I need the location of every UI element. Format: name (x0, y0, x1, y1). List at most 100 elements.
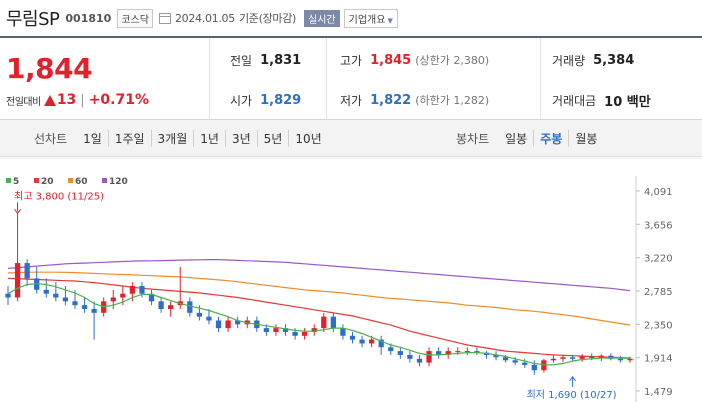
candle-body (550, 358, 557, 361)
candle-body (455, 351, 461, 353)
quote-basis: 기준(장마감) (238, 12, 297, 25)
volume: 거래량 5,384 (552, 40, 634, 80)
legend-swatch (68, 178, 73, 183)
candle-body (512, 360, 518, 363)
candle-body (368, 339, 375, 344)
period-10y[interactable]: 10년 (288, 129, 327, 147)
change-label: 전일대비 (6, 96, 41, 108)
candle-body (617, 358, 624, 361)
candle-body (81, 305, 88, 309)
quote-price-box: 1,844 전일대비 13 | +0.71% (0, 38, 210, 120)
y-tick-label: 3,220 (644, 254, 673, 265)
candle-period-group: 봉차트 일봉 주봉 월봉 (456, 120, 603, 157)
candle-body (206, 316, 212, 321)
candle-chart-label: 봉차트 (456, 132, 490, 146)
candle-daily[interactable]: 일봉 (499, 130, 533, 147)
period-1w[interactable]: 1주일 (107, 129, 151, 147)
candle-body (120, 293, 126, 298)
y-tick-label: 3,656 (644, 220, 673, 231)
low-label: 저가 (340, 93, 363, 108)
volume-label: 거래량 (552, 53, 586, 68)
candle-body (273, 328, 279, 332)
market-badge: 코스닥 (117, 8, 153, 28)
candle-body (349, 335, 356, 340)
open-value: 1,829 (260, 92, 302, 108)
legend-swatch (34, 178, 39, 183)
company-overview-button[interactable]: 기업개요 ▼ (343, 8, 398, 28)
divider (326, 38, 327, 120)
low-price: 저가 1,822 (하한가 1,282) (340, 80, 489, 120)
quote-panel: 1,844 전일대비 13 | +0.71% 전일 1,831 고가 1,845… (0, 36, 702, 120)
high-price: 고가 1,845 (상한가 2,380) (340, 40, 489, 80)
y-tick-label: 2,785 (644, 287, 673, 298)
candle-body (388, 347, 394, 352)
stock-header: 무림SP 001810 코스닥 2024.01.05 기준(장마감) 실시간 기… (0, 0, 702, 36)
candle-body (292, 331, 298, 336)
y-tick-label: 4,091 (644, 187, 673, 198)
period-1y[interactable]: 1년 (193, 129, 225, 147)
legend-label: 60 (75, 177, 88, 187)
period-3y[interactable]: 3년 (224, 129, 257, 147)
company-overview-label: 기업개요 (348, 14, 386, 26)
realtime-button[interactable]: 실시간 (304, 9, 340, 27)
candle-body (589, 356, 595, 358)
high-label: 고가 (340, 53, 363, 68)
volume-value: 5,384 (593, 52, 635, 68)
candle-body (158, 301, 164, 309)
open-label: 시가 (230, 93, 253, 108)
period-3m[interactable]: 3개월 (150, 129, 194, 147)
legend-label: 5 (13, 177, 19, 187)
candle-weekly[interactable]: 주봉 (533, 130, 568, 147)
divider (540, 38, 541, 120)
y-tick-label: 2,350 (644, 320, 673, 331)
price-change: 전일대비 13 | +0.71% (6, 92, 149, 108)
legend-label: 120 (109, 177, 128, 187)
candle-body (168, 305, 174, 309)
candle-body (531, 364, 537, 371)
ma120-line (7, 258, 631, 292)
legend-swatch (6, 178, 11, 183)
ma60-line (7, 271, 631, 326)
candle-body (340, 328, 346, 336)
price-chart-svg: 4,091 3,656 3,220 2,785 2,350 1,914 1,479 5 20 60… (0, 157, 702, 402)
candle-body (53, 293, 59, 298)
candle-body (62, 297, 69, 302)
candle-body (302, 331, 308, 336)
prev-close: 전일 1,831 (230, 40, 301, 80)
candle-body (43, 289, 49, 294)
low-value: 1,822 (370, 92, 412, 108)
candle-body (196, 312, 203, 317)
candle-body (560, 357, 566, 359)
candle-body (579, 356, 585, 359)
candle-body (24, 263, 30, 279)
candle-body (464, 351, 470, 353)
candle-monthly[interactable]: 월봉 (568, 130, 603, 147)
low-annotation: 최저 1,690 (10/27) (527, 389, 617, 401)
candle-body (263, 328, 270, 332)
ma5-line (7, 283, 631, 366)
high-value: 1,845 (370, 52, 412, 68)
high-annotation: 최고 3,800 (11/25) (14, 190, 104, 202)
legend-label: 20 (41, 177, 54, 187)
candle-body (139, 286, 145, 294)
current-price: 1,844 (6, 52, 93, 85)
calendar-icon (158, 12, 171, 24)
change-percent: +0.71% (88, 92, 149, 108)
candle-body (397, 351, 403, 355)
price-chart[interactable]: 4,091 3,656 3,220 2,785 2,350 1,914 1,479 5 20 60… (0, 157, 702, 402)
candle-body (330, 316, 336, 329)
prev-close-label: 전일 (230, 53, 253, 68)
change-separator: | (80, 92, 85, 108)
lower-limit: (하한가 1,282) (415, 94, 490, 107)
candle-body (187, 301, 193, 313)
amount-value: 10 백만 (604, 94, 651, 110)
open-price: 시가 1,829 (230, 80, 301, 120)
y-tick-label: 1,914 (644, 354, 673, 365)
stock-code: 001810 (65, 11, 112, 25)
period-1d[interactable]: 1일 (77, 130, 108, 147)
candle-body (416, 358, 423, 363)
candle-body (359, 339, 365, 344)
candle-body (129, 286, 136, 294)
candle-body (110, 297, 116, 302)
period-5y[interactable]: 5년 (256, 129, 289, 147)
